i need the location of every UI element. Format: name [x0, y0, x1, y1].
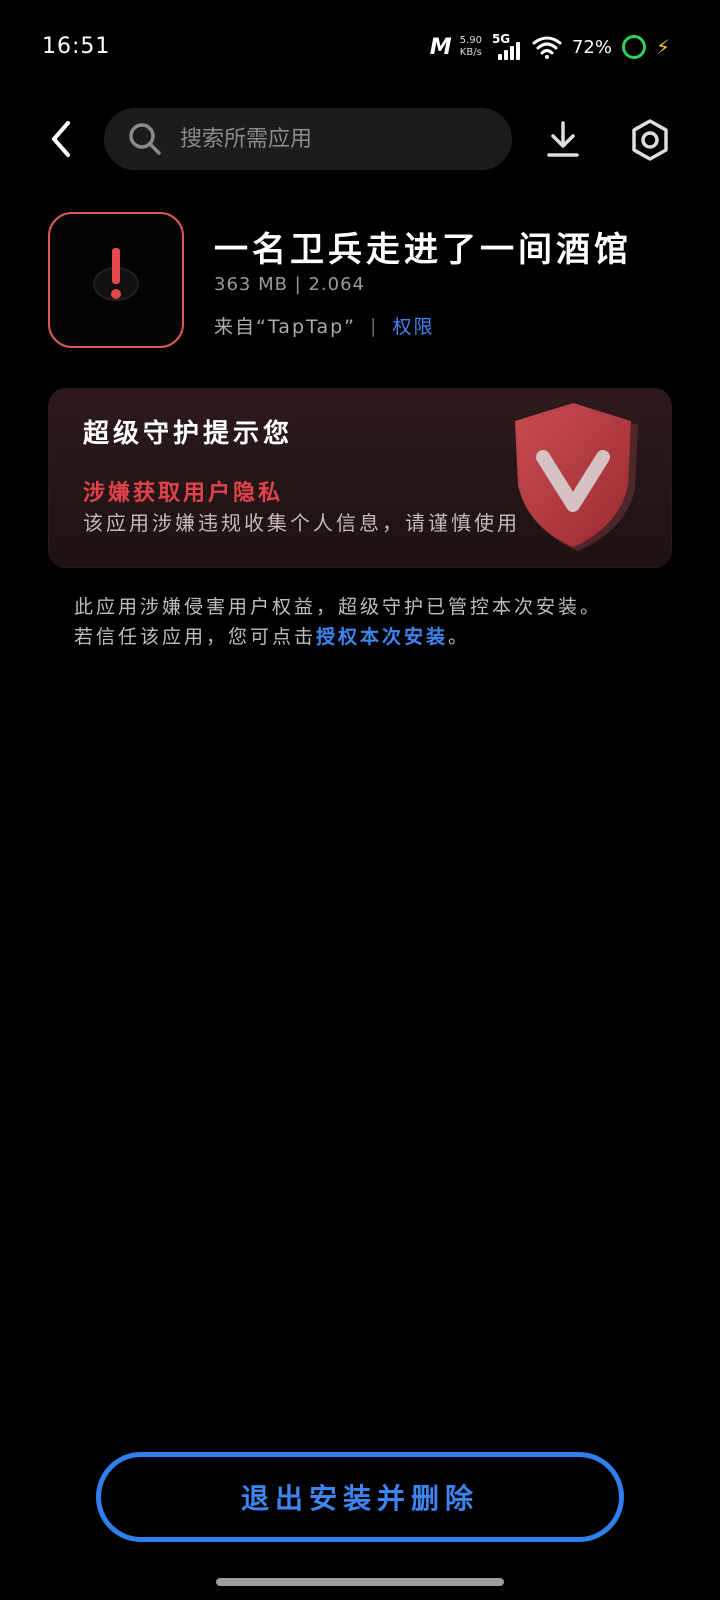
battery-icon	[621, 35, 646, 59]
warning-title: 超级守护提示您	[83, 419, 294, 449]
app-source-row: 来自“TapTap” | 权限	[214, 312, 434, 339]
settings-button[interactable]	[624, 114, 676, 166]
warning-exclamation-icon	[93, 248, 139, 301]
back-icon	[52, 121, 70, 157]
notice-line-1: 此应用涉嫌侵害用户权益，超级守护已管控本次安装。	[74, 596, 603, 618]
shield-icon	[515, 403, 638, 551]
network-type: 5G	[491, 32, 511, 46]
search-input[interactable]	[178, 125, 482, 153]
exit-and-delete-button[interactable]: 退出安装并删除	[96, 1452, 624, 1542]
notice-line-2: 若信任该应用，您可点击授权本次安装。	[74, 622, 674, 652]
app-size-version: 363 MB | 2.064	[214, 274, 365, 295]
notice-prefix: 若信任该应用，您可点击	[74, 626, 317, 648]
app-name: 一名卫兵走进了一间酒馆	[214, 230, 632, 270]
divider: |	[370, 314, 379, 337]
back-button[interactable]	[40, 114, 80, 164]
download-button[interactable]	[538, 114, 588, 164]
permission-link[interactable]: 权限	[392, 312, 434, 339]
home-indicator[interactable]	[216, 1578, 504, 1586]
status-icons: M 5.90 KB/s 5G 72% ⚡	[430, 32, 670, 62]
status-time: 16:51	[42, 34, 111, 59]
risk-description: 该应用涉嫌违规收集个人信息，请谨慎使用	[83, 511, 520, 535]
app-source: 来自“TapTap”	[214, 316, 357, 338]
risk-title: 涉嫌获取用户隐私	[83, 481, 284, 506]
signal-icon: 5G	[491, 32, 522, 60]
authorize-install-link[interactable]: 授权本次安装	[316, 626, 448, 648]
charging-icon: ⚡	[655, 35, 670, 59]
search-bar[interactable]	[104, 108, 512, 170]
notice-suffix: 。	[448, 626, 471, 648]
security-warning-card: 超级守护提示您 涉嫌获取用户隐私 该应用涉嫌违规收集个人信息，请谨慎使用	[48, 388, 672, 568]
download-icon	[547, 121, 579, 157]
settings-icon	[632, 119, 668, 161]
wifi-icon	[532, 36, 562, 59]
search-icon	[129, 123, 161, 155]
network-speed-value: 5.90	[459, 35, 482, 46]
battery-percent: 72%	[571, 36, 612, 58]
network-speed: 5.90 KB/s	[460, 35, 482, 59]
network-speed-unit: KB/s	[459, 47, 482, 58]
app-icon	[48, 212, 184, 348]
mi-logo-icon: M	[429, 34, 452, 60]
install-notice: 此应用涉嫌侵害用户权益，超级守护已管控本次安装。 若信任该应用，您可点击授权本次…	[74, 592, 674, 652]
